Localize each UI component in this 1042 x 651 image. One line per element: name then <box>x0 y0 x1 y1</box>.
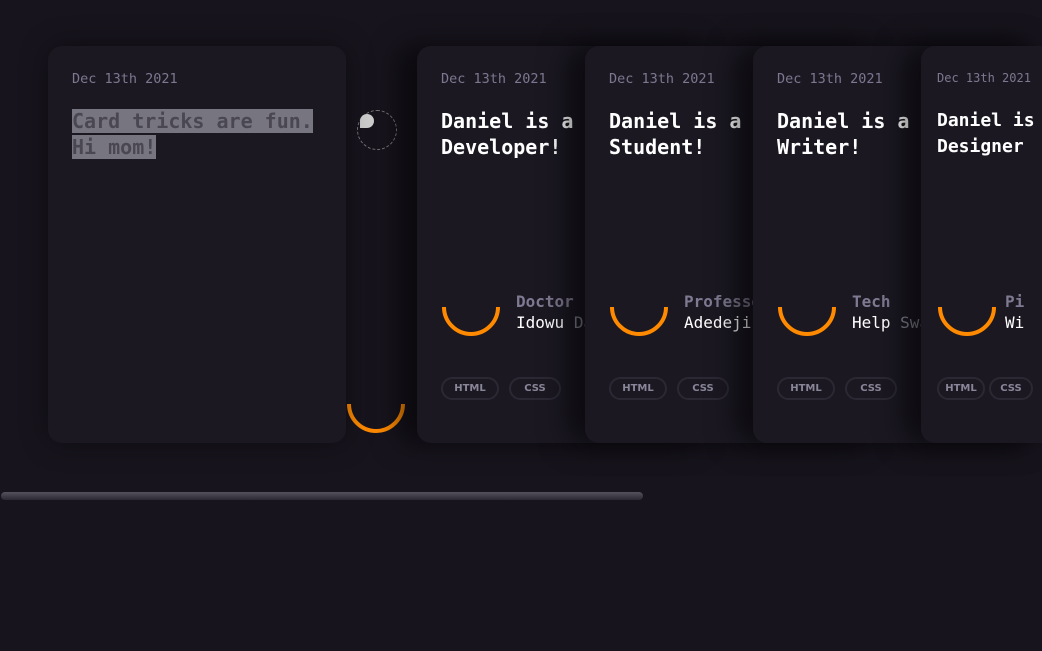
card-title: Daniel is a Student! <box>609 108 741 160</box>
author-role: Professo <box>684 292 762 311</box>
author-role: Pi <box>1005 292 1025 311</box>
title-line: Daniel is a <box>609 109 742 133</box>
name-first: Wi <box>1005 313 1025 332</box>
progress-arc-icon <box>347 403 405 433</box>
title-line: Designer <box>937 136 1024 157</box>
tag-html[interactable]: HTML <box>609 377 667 400</box>
progress-arc-icon <box>442 306 500 336</box>
card-date: Dec 13th 2021 <box>72 71 178 87</box>
card-title: Daniel is a Writer! <box>777 108 909 160</box>
card-title: Card tricks are fun. Hi mom! <box>72 108 313 160</box>
progress-arc-icon <box>778 306 836 336</box>
name-first: Idowu <box>516 313 565 332</box>
author-role: Tech <box>852 292 891 311</box>
title-line: Daniel is a <box>777 109 910 133</box>
broken-image-icon <box>357 110 397 150</box>
title-line: Daniel is <box>937 110 1035 131</box>
progress-arc-icon <box>938 306 996 336</box>
tag-html[interactable]: HTML <box>937 377 985 400</box>
author-name: Adedeji <box>684 313 751 332</box>
card-date: Dec 13th 2021 <box>777 71 883 87</box>
title-line: Writer! <box>777 135 862 159</box>
tag-css[interactable]: CSS <box>845 377 897 400</box>
title-line: Daniel is a <box>441 109 574 133</box>
name-first: Help <box>852 313 891 332</box>
title-line: Student! <box>609 135 706 159</box>
card-date: Dec 13th 2021 <box>609 71 715 87</box>
card-date: Dec 13th 2021 <box>937 71 1031 85</box>
author-role: Doctor <box>516 292 574 311</box>
name-first: Adedeji <box>684 313 752 332</box>
author-name: Help Swa <box>852 313 929 332</box>
author-name: Idowu Da <box>516 313 593 332</box>
tag-css[interactable]: CSS <box>677 377 729 400</box>
tag-css[interactable]: CSS <box>989 377 1033 400</box>
tag-html[interactable]: HTML <box>441 377 499 400</box>
progress-arc-icon <box>610 306 668 336</box>
card-title: Daniel is Designer <box>937 108 1035 160</box>
title-line: Hi mom! <box>72 135 157 159</box>
card-date: Dec 13th 2021 <box>441 71 547 87</box>
card-first[interactable]: Dec 13th 2021 Card tricks are fun. Hi mom… <box>48 46 346 443</box>
author-name: Wi <box>1005 313 1024 332</box>
tag-css[interactable]: CSS <box>509 377 561 400</box>
card-title: Daniel is a Developer! <box>441 108 573 160</box>
tag-html[interactable]: HTML <box>777 377 835 400</box>
title-line: Developer! <box>441 135 562 159</box>
card-designer[interactable]: Dec 13th 2021 Daniel is Designer Pi Wi HT… <box>921 46 1042 443</box>
horizontal-scrollbar[interactable] <box>1 492 643 500</box>
title-line: Card tricks are fun. <box>72 109 313 133</box>
